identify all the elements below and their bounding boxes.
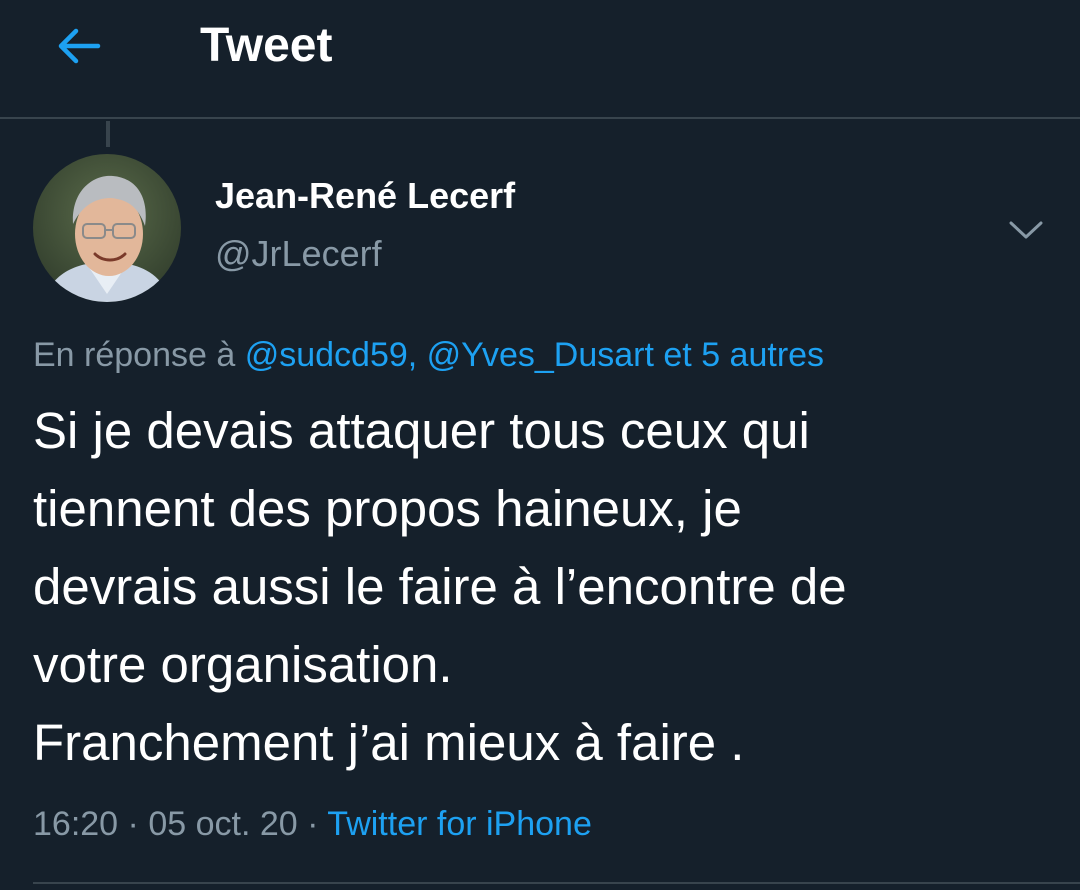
avatar[interactable] <box>33 154 181 302</box>
author-handle[interactable]: @JrLecerf <box>215 232 382 276</box>
divider <box>33 882 1080 884</box>
meta-separator: · <box>127 805 139 843</box>
reply-prefix: En réponse à <box>33 336 236 374</box>
chevron-down-icon <box>1009 221 1043 239</box>
tweet-text-line: Franchement j’ai mieux à faire . <box>33 714 745 771</box>
reply-mentions-link[interactable]: @sudcd59, @Yves_Dusart et 5 autres <box>245 336 824 374</box>
reply-context: En réponse à @sudcd59, @Yves_Dusart et 5… <box>33 333 824 377</box>
tweet-text: Si je devais attaquer tous ceux qui tien… <box>33 392 1053 782</box>
tweet-detail-screen: Tweet Jean-René Lecerf @JrLecerf En répo… <box>0 0 1080 890</box>
tweet-text-line: devrais aussi le faire à l’encontre de <box>33 558 847 615</box>
more-options-button[interactable] <box>1002 210 1050 250</box>
tweet-text-line: votre organisation. <box>33 636 453 693</box>
author-name[interactable]: Jean-René Lecerf <box>215 174 515 218</box>
tweet-text-line: Si je devais attaquer tous ceux qui <box>33 402 810 459</box>
thread-connector-line <box>106 121 110 147</box>
tweet-source-link[interactable]: Twitter for iPhone <box>327 805 592 843</box>
tweet-metadata: 16:20 · 05 oct. 20 · Twitter for iPhone <box>33 801 592 847</box>
page-title: Tweet <box>200 19 333 72</box>
tweet-text-line: tiennent des propos haineux, je <box>33 480 742 537</box>
arrow-left-icon <box>58 28 101 64</box>
avatar-photo <box>33 154 181 302</box>
top-bar: Tweet <box>0 0 1080 119</box>
tweet-time: 16:20 <box>33 805 119 843</box>
back-button[interactable] <box>48 20 108 72</box>
meta-separator: · <box>307 805 319 843</box>
tweet-date: 05 oct. 20 <box>148 805 298 843</box>
